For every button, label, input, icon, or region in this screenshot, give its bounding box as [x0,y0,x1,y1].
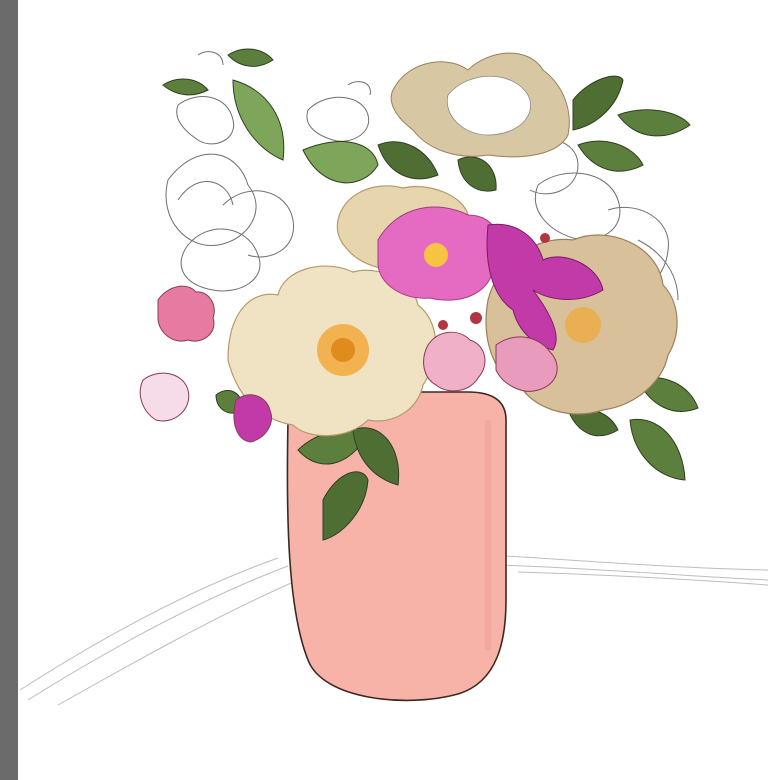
drawing-app [0,0,769,780]
tool-panel-edge [0,0,18,780]
drawing-canvas[interactable] [18,0,769,780]
pink-cosmos [377,206,501,301]
artwork-svg [19,48,769,706]
white-rose-top [390,52,570,158]
